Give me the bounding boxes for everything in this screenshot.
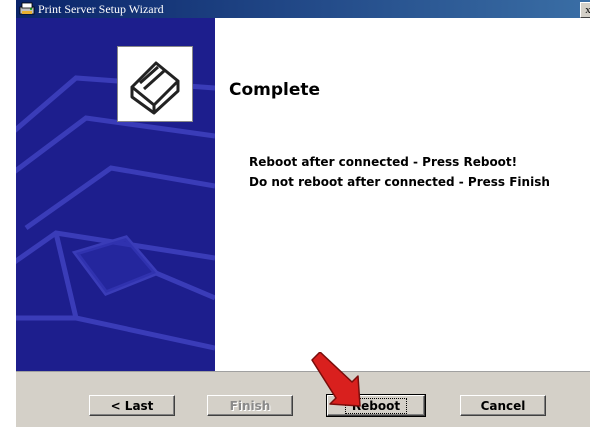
page-title: Complete: [229, 80, 321, 100]
button-bar: < Last Finish Reboot Cancel: [16, 371, 590, 427]
last-button[interactable]: < Last: [89, 395, 175, 416]
red-arrow: [311, 352, 361, 407]
printer-logo: [117, 46, 193, 122]
cancel-button[interactable]: Cancel: [460, 395, 546, 416]
window-title: Print Server Setup Wizard: [38, 2, 164, 16]
wizard-sidebar-graphic: [16, 18, 215, 371]
printer-icon: [130, 61, 180, 115]
finish-button[interactable]: Finish: [207, 395, 293, 416]
wizard-content: Complete Reboot after connected - Press …: [215, 18, 590, 371]
title-bar[interactable]: Print Server Setup Wizard x: [16, 0, 590, 18]
printer-wizard-icon: [19, 2, 35, 15]
close-button[interactable]: x: [580, 2, 590, 18]
wizard-window: Print Server Setup Wizard x Complete Reb…: [16, 0, 590, 427]
instruction-reboot: Reboot after connected - Press Reboot!: [249, 155, 518, 169]
instruction-finish: Do not reboot after connected - Press Fi…: [249, 175, 550, 189]
